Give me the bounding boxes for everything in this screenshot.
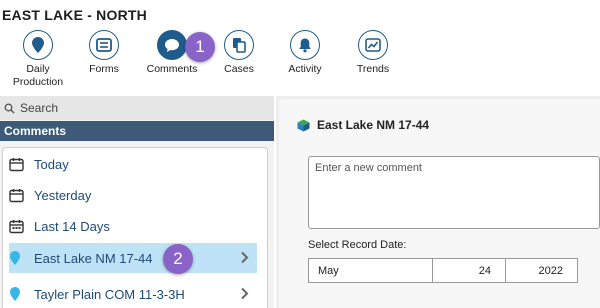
list-item-label: East Lake NM 17-44 (34, 250, 153, 266)
toolbar-activity[interactable]: Activity (273, 30, 337, 76)
step-badge-2: 2 (163, 244, 193, 274)
toolbar-label: Forms (89, 63, 119, 75)
search-input[interactable]: Search (0, 96, 274, 120)
toolbar-label: Daily Production (12, 63, 64, 88)
list-item-east-lake-nm-17-44[interactable]: East Lake NM 17-44 (9, 243, 257, 273)
chevron-right-icon (240, 287, 249, 303)
comment-input[interactable] (308, 156, 600, 229)
record-title-text: East Lake NM 17-44 (317, 118, 430, 132)
date-label: Select Record Date: (308, 239, 407, 251)
map-pin-icon (9, 286, 29, 302)
sidebar: Search Comments Today Yesterday Last 14 … (0, 96, 274, 308)
date-month-field[interactable]: May (308, 258, 432, 283)
app-title: EAST LAKE - NORTH (2, 7, 147, 23)
form-icon (89, 30, 119, 60)
search-placeholder: Search (20, 101, 59, 115)
list-item-last-14-days[interactable]: Last 14 Days (9, 211, 257, 241)
toolbar-daily-production[interactable]: Daily Production (6, 30, 70, 89)
toolbar-label: Activity (288, 63, 322, 75)
toolbar-label: Cases (224, 63, 254, 75)
toolbar-label: Trends (356, 63, 390, 75)
toolbar-label: Comments (146, 63, 198, 75)
toolbar-cases[interactable]: Cases (207, 30, 271, 76)
list-item-yesterday[interactable]: Yesterday (9, 180, 257, 210)
date-picker[interactable]: May 24 2022 (308, 258, 578, 283)
chevron-right-icon (240, 251, 249, 267)
map-pin-icon (23, 30, 53, 60)
step-badge-1: 1 (185, 32, 215, 62)
map-pin-icon (9, 250, 29, 266)
comment-filter-list: Today Yesterday Last 14 Days East Lake N… (2, 147, 268, 308)
list-item-label: Last 14 Days (34, 218, 110, 234)
calendar-icon (9, 157, 29, 172)
bell-icon (290, 30, 320, 60)
date-day-field[interactable]: 24 (432, 258, 505, 283)
cube-stack-icon (297, 119, 310, 131)
list-item-label: Today (34, 156, 69, 172)
chat-bubble-icon (157, 30, 187, 60)
section-title: Comments (0, 121, 274, 141)
toolbar-forms[interactable]: Forms (72, 30, 136, 76)
date-year-field[interactable]: 2022 (505, 258, 578, 283)
list-item-tayler-plain-com[interactable]: Tayler Plain COM 11-3-3H (9, 279, 257, 308)
calendar-icon (9, 188, 29, 203)
search-icon (4, 103, 15, 113)
record-title: East Lake NM 17-44 (297, 118, 429, 132)
list-item-label: Yesterday (34, 187, 92, 203)
list-item-label: Tayler Plain COM 11-3-3H (34, 286, 185, 302)
line-chart-icon (358, 30, 388, 60)
calendar-grid-icon (9, 219, 29, 234)
copy-icon (224, 30, 254, 60)
list-item-today[interactable]: Today (9, 149, 257, 179)
toolbar-trends[interactable]: Trends (341, 30, 405, 76)
comment-detail-pane: East Lake NM 17-44 Select Record Date: M… (276, 96, 600, 308)
